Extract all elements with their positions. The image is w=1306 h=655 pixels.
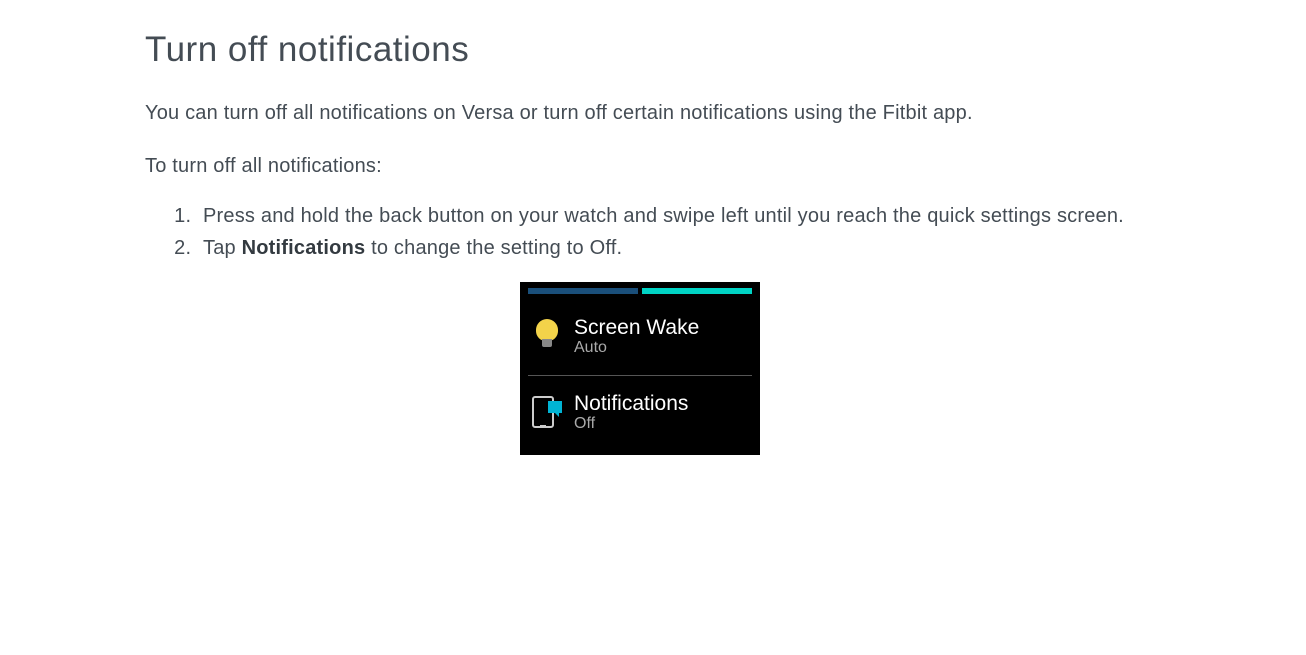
instruction-lead: To turn off all notifications:	[145, 155, 1135, 178]
screen-wake-status: Auto	[574, 339, 699, 357]
instruction-step-1: Press and hold the back button on your w…	[197, 200, 1135, 232]
instruction-list: Press and hold the back button on your w…	[197, 200, 1135, 264]
device-row-notifications: Notifications Off	[528, 382, 752, 445]
screen-wake-title: Screen Wake	[574, 316, 699, 339]
step2-bold: Notifications	[242, 237, 366, 259]
page-heading: Turn off notifications	[145, 30, 1135, 70]
notifications-title: Notifications	[574, 392, 688, 415]
step2-suffix: to change the setting to Off.	[365, 237, 622, 259]
topbar-segment-active	[642, 288, 752, 294]
intro-paragraph: You can turn off all notifications on Ve…	[145, 98, 1135, 129]
device-topbar	[528, 288, 752, 294]
step2-prefix: Tap	[203, 237, 242, 259]
device-screenshot: Screen Wake Auto Notifications Off	[520, 282, 760, 455]
lightbulb-icon	[532, 317, 562, 357]
phone-notification-icon	[532, 393, 562, 433]
topbar-segment-inactive	[528, 288, 638, 294]
notifications-status: Off	[574, 415, 688, 433]
device-row-screen-wake: Screen Wake Auto	[528, 306, 752, 376]
instruction-step-2: Tap Notifications to change the setting …	[197, 232, 1135, 264]
